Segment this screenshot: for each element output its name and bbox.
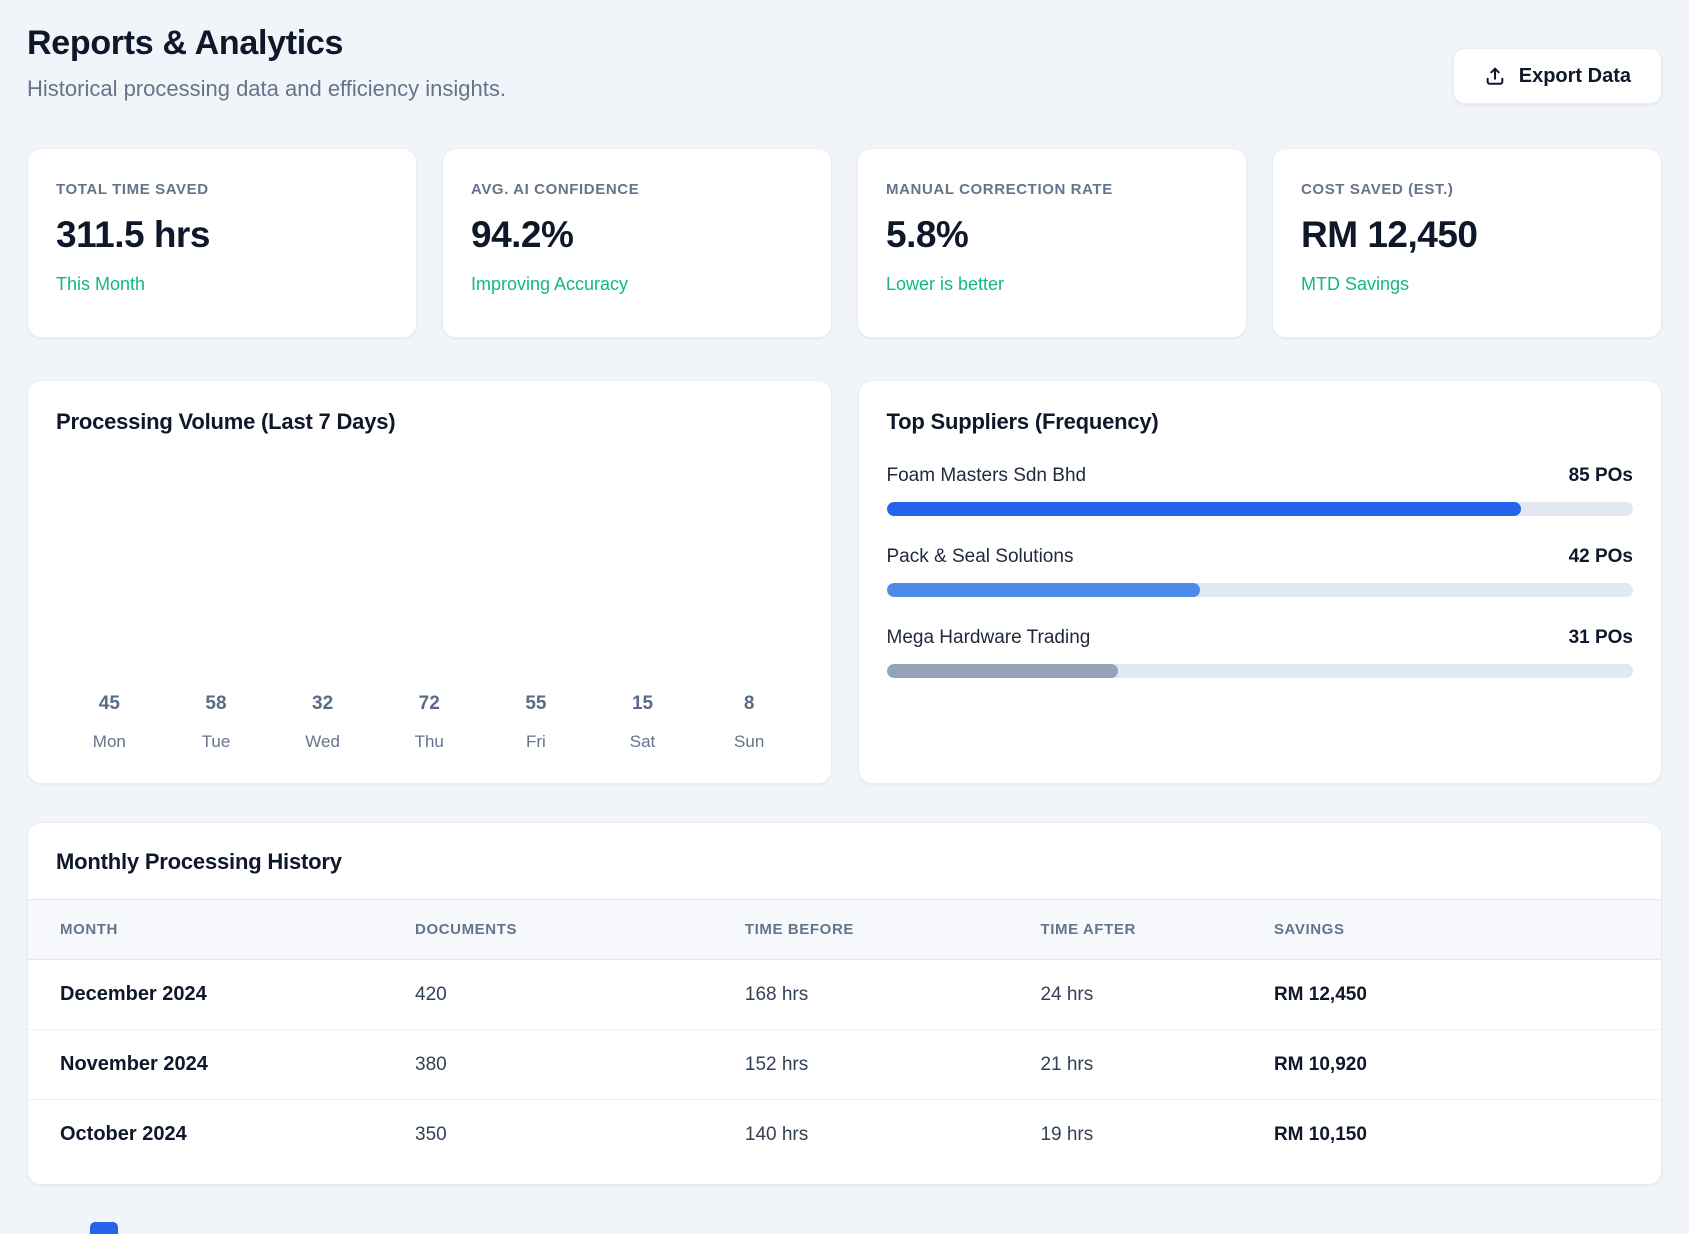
cell-documents: 380 (415, 1030, 745, 1100)
bar-day-label: Wed (269, 732, 376, 752)
charts-row: Processing Volume (Last 7 Days) 45 Mon 5… (27, 380, 1662, 784)
export-data-label: Export Data (1519, 65, 1631, 88)
bar-day-label: Sun (696, 732, 803, 752)
cell-time-after: 21 hrs (1040, 1030, 1274, 1100)
supplier-name: Foam Masters Sdn Bhd (887, 463, 1087, 489)
top-suppliers-title: Top Suppliers (Frequency) (887, 409, 1634, 435)
supplier-po-count: 31 POs (1569, 627, 1633, 649)
supplier-progress-track (887, 583, 1634, 597)
supplier-po-count: 42 POs (1569, 546, 1633, 568)
stat-label: COST SAVED (EST.) (1301, 181, 1633, 198)
stat-label: MANUAL CORRECTION RATE (886, 181, 1218, 198)
stat-note: MTD Savings (1301, 274, 1633, 295)
monthly-history-table: MONTH DOCUMENTS TIME BEFORE TIME AFTER S… (28, 899, 1661, 1170)
bar-column: 45 Mon (56, 693, 163, 752)
supplier-list: Foam Masters Sdn Bhd 85 POs Pack & Seal … (887, 463, 1634, 678)
bar-column: 72 Thu (376, 693, 483, 752)
supplier-progress-track (887, 502, 1634, 516)
bar-day-label: Mon (56, 732, 163, 752)
bar-value: 15 (589, 693, 696, 715)
bar-day-label: Tue (163, 732, 270, 752)
stat-note: This Month (56, 274, 388, 295)
bar-column: 15 Sat (589, 693, 696, 752)
stat-value: RM 12,450 (1301, 214, 1633, 256)
column-header-month: MONTH (28, 900, 415, 960)
cell-month: November 2024 (28, 1030, 415, 1100)
supplier-name: Pack & Seal Solutions (887, 544, 1074, 570)
cell-month: October 2024 (28, 1100, 415, 1170)
cell-documents: 420 (415, 960, 745, 1030)
cell-month: December 2024 (28, 960, 415, 1030)
bar-value: 72 (376, 693, 483, 715)
reports-analytics-page: Reports & Analytics Historical processin… (0, 0, 1689, 1230)
bar-value: 55 (483, 693, 590, 715)
stat-card-cost-saved: COST SAVED (EST.) RM 12,450 MTD Savings (1272, 148, 1662, 338)
column-header-time-after: TIME AFTER (1040, 900, 1274, 960)
stat-card-avg-ai-confidence: AVG. AI CONFIDENCE 94.2% Improving Accur… (442, 148, 832, 338)
page-title: Reports & Analytics (27, 22, 1662, 64)
supplier-progress-fill (887, 583, 1201, 597)
bar-day-label: Fri (483, 732, 590, 752)
supplier-row: Mega Hardware Trading 31 POs (887, 625, 1634, 678)
bottom-cutoff-blue-element[interactable] (90, 1222, 118, 1234)
cell-time-before: 168 hrs (745, 960, 1041, 1030)
cell-time-before: 152 hrs (745, 1030, 1041, 1100)
supplier-row: Pack & Seal Solutions 42 POs (887, 544, 1634, 597)
table-header-row: MONTH DOCUMENTS TIME BEFORE TIME AFTER S… (28, 900, 1661, 960)
page-subtitle: Historical processing data and efficienc… (27, 76, 1662, 102)
cell-time-before: 140 hrs (745, 1100, 1041, 1170)
bar-column: 32 Wed (269, 693, 376, 752)
stats-row: TOTAL TIME SAVED 311.5 hrs This Month AV… (27, 148, 1662, 338)
stat-value: 5.8% (886, 214, 1218, 256)
export-data-button[interactable]: Export Data (1453, 48, 1662, 104)
bar-value: 8 (696, 693, 803, 715)
bar-day-label: Sat (589, 732, 696, 752)
cell-savings: RM 12,450 (1274, 960, 1661, 1030)
stat-value: 311.5 hrs (56, 214, 388, 256)
cell-documents: 350 (415, 1100, 745, 1170)
stat-note: Improving Accuracy (471, 274, 803, 295)
processing-volume-title: Processing Volume (Last 7 Days) (56, 409, 803, 435)
bar-column: 55 Fri (483, 693, 590, 752)
supplier-name: Mega Hardware Trading (887, 625, 1091, 651)
cell-time-after: 24 hrs (1040, 960, 1274, 1030)
processing-volume-card: Processing Volume (Last 7 Days) 45 Mon 5… (27, 380, 832, 784)
bar-value: 45 (56, 693, 163, 715)
monthly-history-card: Monthly Processing History MONTH DOCUMEN… (27, 822, 1662, 1185)
supplier-po-count: 85 POs (1569, 465, 1633, 487)
cell-time-after: 19 hrs (1040, 1100, 1274, 1170)
stat-label: TOTAL TIME SAVED (56, 181, 388, 198)
bar-day-label: Thu (376, 732, 483, 752)
supplier-row: Foam Masters Sdn Bhd 85 POs (887, 463, 1634, 516)
column-header-documents: DOCUMENTS (415, 900, 745, 960)
monthly-history-title: Monthly Processing History (28, 849, 1661, 875)
bar-chart-plot-area (56, 435, 803, 693)
bar-value: 32 (269, 693, 376, 715)
table-row: October 2024 350 140 hrs 19 hrs RM 10,15… (28, 1100, 1661, 1170)
stat-label: AVG. AI CONFIDENCE (471, 181, 803, 198)
stat-note: Lower is better (886, 274, 1218, 295)
cell-savings: RM 10,150 (1274, 1100, 1661, 1170)
supplier-progress-fill (887, 502, 1522, 516)
stat-card-manual-correction-rate: MANUAL CORRECTION RATE 5.8% Lower is bet… (857, 148, 1247, 338)
column-header-savings: SAVINGS (1274, 900, 1661, 960)
bar-chart-labels: 45 Mon 58 Tue 32 Wed 72 Thu 55 Fri (56, 693, 803, 752)
top-suppliers-card: Top Suppliers (Frequency) Foam Masters S… (858, 380, 1663, 784)
supplier-progress-track (887, 664, 1634, 678)
supplier-progress-fill (887, 664, 1118, 678)
cell-savings: RM 10,920 (1274, 1030, 1661, 1100)
bar-column: 58 Tue (163, 693, 270, 752)
stat-card-total-time-saved: TOTAL TIME SAVED 311.5 hrs This Month (27, 148, 417, 338)
bar-column: 8 Sun (696, 693, 803, 752)
column-header-time-before: TIME BEFORE (745, 900, 1041, 960)
table-row: December 2024 420 168 hrs 24 hrs RM 12,4… (28, 960, 1661, 1030)
bar-value: 58 (163, 693, 270, 715)
table-row: November 2024 380 152 hrs 21 hrs RM 10,9… (28, 1030, 1661, 1100)
upload-icon (1484, 65, 1506, 87)
stat-value: 94.2% (471, 214, 803, 256)
